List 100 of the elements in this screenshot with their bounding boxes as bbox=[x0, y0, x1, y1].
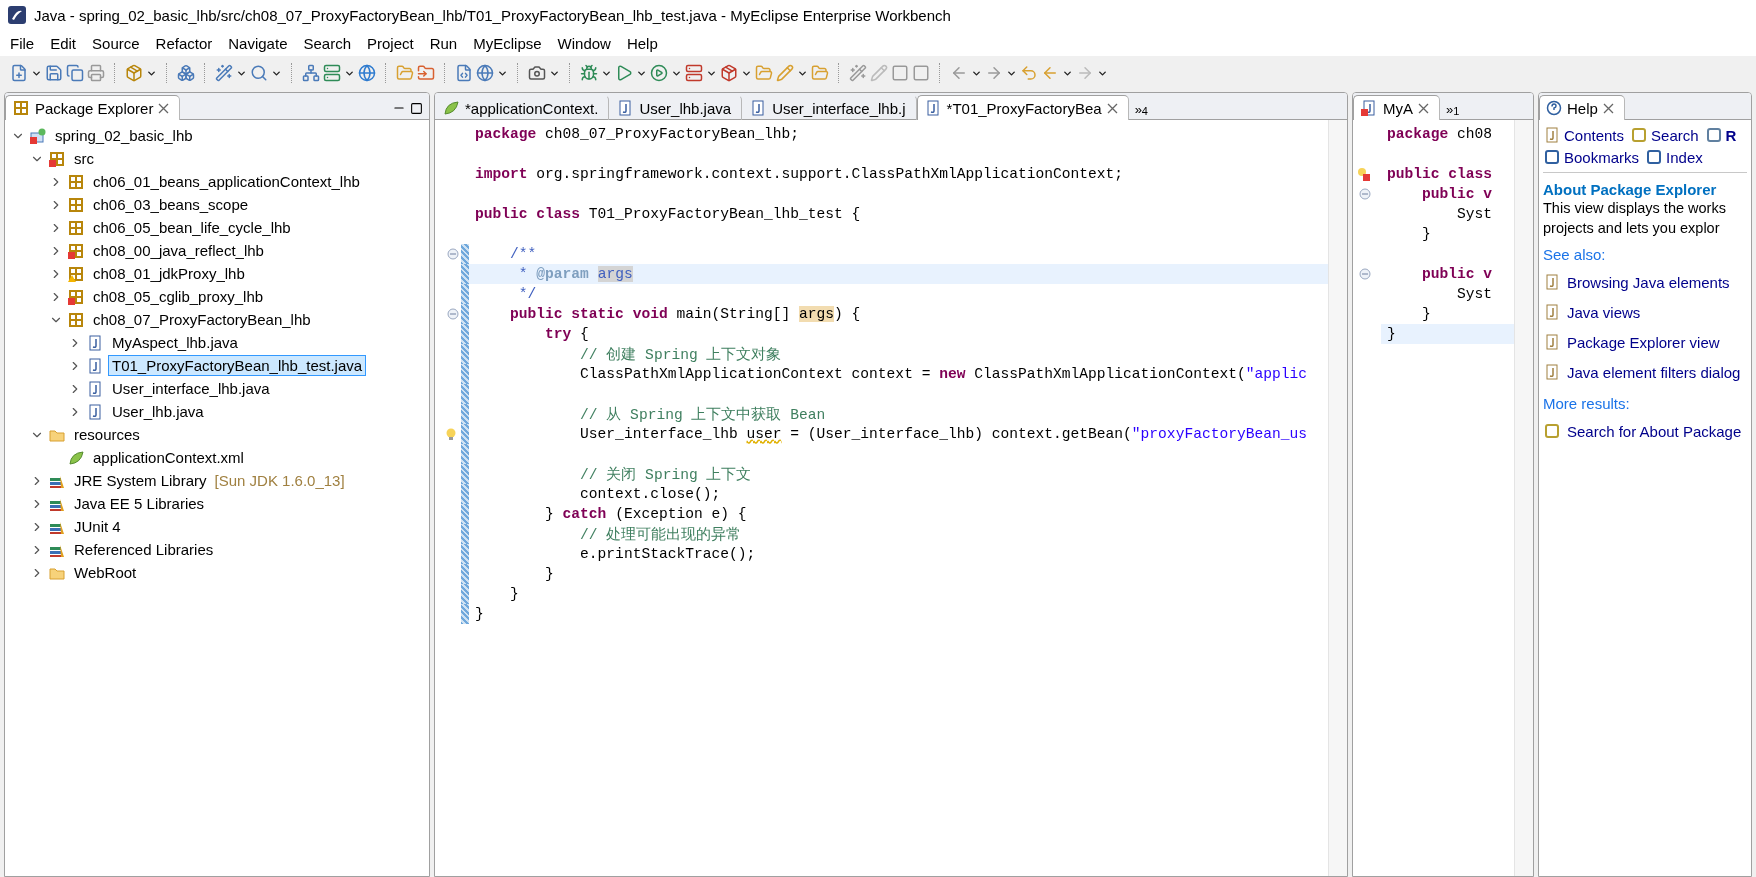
network-icon[interactable] bbox=[302, 64, 320, 82]
tree-item[interactable]: resources bbox=[70, 424, 144, 445]
close-icon[interactable] bbox=[1106, 102, 1118, 114]
tree-item[interactable]: WebRoot bbox=[70, 562, 141, 583]
close-icon[interactable] bbox=[158, 102, 170, 114]
tree-item[interactable]: ch06_05_bean_life_cycle_lhb bbox=[89, 217, 295, 238]
code-line: User_interface_lhb user = (User_interface_lhb) context.getBean("proxyFactoryBean_us bbox=[579, 425, 1308, 444]
tree-item-suffix: [Sun JDK 1.6.0_13] bbox=[214, 472, 345, 489]
camera-icon[interactable] bbox=[528, 64, 546, 82]
help-topic-link[interactable]: Browsing Java elements bbox=[1543, 267, 1747, 297]
editor-tab[interactable]: *applicationContext. bbox=[435, 95, 610, 120]
code-line: package ch08 bbox=[1386, 125, 1494, 144]
help-nav-link[interactable]: Bookmarks bbox=[1543, 148, 1640, 166]
run-config-icon[interactable] bbox=[650, 64, 668, 82]
more-tabs-button[interactable]: »1 bbox=[1440, 102, 1466, 119]
code-line: } bbox=[509, 585, 520, 604]
server-run-icon[interactable] bbox=[685, 64, 703, 82]
code-line: Syst bbox=[1456, 285, 1494, 304]
tree-item[interactable]: ch08_00_java_reflect_lhb bbox=[89, 240, 268, 261]
wand-icon[interactable] bbox=[215, 64, 233, 82]
menu-item[interactable]: Navigate bbox=[220, 32, 296, 54]
help-description: This view displays the works bbox=[1543, 199, 1727, 218]
code-line: context.close(); bbox=[579, 485, 722, 504]
help-search-link[interactable]: Search for About Package bbox=[1543, 416, 1747, 446]
menu-item[interactable]: Search bbox=[295, 32, 359, 54]
editor-tab[interactable]: User_lhb.java bbox=[609, 95, 743, 120]
help-topic-link[interactable]: Java element filters dialog bbox=[1543, 357, 1747, 387]
view-tab[interactable]: Package Explorer bbox=[5, 95, 181, 120]
editor-tab[interactable]: *T01_ProxyFactoryBea bbox=[916, 95, 1129, 120]
help-icon bbox=[1546, 100, 1562, 116]
box-icon[interactable] bbox=[720, 64, 738, 82]
code-line: /** bbox=[509, 245, 538, 264]
folder-import-icon[interactable] bbox=[417, 64, 435, 82]
tree-item[interactable]: ch06_01_beans_applicationContext_lhb bbox=[89, 171, 364, 192]
tree-item[interactable]: applicationContext.xml bbox=[89, 447, 248, 468]
app-logo-icon bbox=[8, 6, 26, 24]
close-icon[interactable] bbox=[1418, 102, 1429, 114]
menu-item[interactable]: Refactor bbox=[147, 32, 221, 54]
help-topic-link[interactable]: Java views bbox=[1543, 297, 1747, 327]
debug-icon[interactable] bbox=[580, 64, 598, 82]
help-nav-link[interactable]: Search bbox=[1630, 126, 1699, 144]
menu-item[interactable]: Help bbox=[618, 32, 666, 54]
new-file-icon[interactable] bbox=[10, 64, 28, 82]
code-line: public v bbox=[1421, 265, 1494, 284]
tab-label: Package Explorer bbox=[35, 99, 154, 117]
deploy-icon[interactable] bbox=[323, 64, 341, 82]
editor-tab[interactable]: MyA bbox=[1353, 95, 1440, 120]
code-line: } bbox=[474, 605, 485, 624]
help-nav-link[interactable]: Contents bbox=[1543, 126, 1625, 144]
code-line: // 创建 Spring 上下文对象 bbox=[579, 345, 783, 364]
menu-item[interactable]: Edit bbox=[42, 32, 85, 54]
tree-item[interactable]: User_lhb.java bbox=[108, 401, 208, 422]
tree-item[interactable]: T01_ProxyFactoryBean_lhb_test.java bbox=[108, 355, 367, 376]
globe-icon[interactable] bbox=[358, 64, 376, 82]
error-bulb-icon[interactable] bbox=[1357, 167, 1371, 181]
code-line: // 关闭 Spring 上下文 bbox=[579, 465, 753, 484]
web-icon[interactable] bbox=[476, 64, 494, 82]
more-tabs-button[interactable]: »4 bbox=[1128, 102, 1154, 119]
tree-item[interactable]: src bbox=[70, 148, 98, 169]
more-results-label: More results: bbox=[1543, 395, 1631, 412]
maximize-icon[interactable] bbox=[410, 101, 423, 115]
close-icon[interactable] bbox=[1602, 102, 1614, 114]
run-icon[interactable] bbox=[615, 64, 633, 82]
tree-item[interactable]: User_interface_lhb.java bbox=[108, 378, 274, 399]
code-line: } bbox=[544, 565, 555, 584]
tree-item[interactable]: ch08_01_jdkProxy_lhb bbox=[89, 263, 249, 284]
menu-item[interactable]: Source bbox=[84, 32, 148, 54]
menu-item[interactable]: Run bbox=[421, 32, 466, 54]
code-line: try { bbox=[544, 325, 590, 344]
help-nav-link[interactable]: R bbox=[1704, 126, 1737, 144]
code-line: } catch (Exception e) { bbox=[544, 505, 748, 524]
help-heading: About Package Explorer bbox=[1543, 181, 1718, 198]
menu-item[interactable]: File bbox=[2, 32, 43, 54]
tree-item[interactable]: spring_02_basic_lhb bbox=[51, 125, 197, 146]
view-tab[interactable]: Help bbox=[1539, 95, 1625, 120]
code-line: public v bbox=[1421, 185, 1494, 204]
code-line: import org.springframework.context.support.ClassPathXmlApplicationContext; bbox=[474, 165, 1125, 184]
tree-item[interactable]: Java EE 5 Libraries bbox=[70, 493, 209, 514]
tree-item[interactable]: MyAspect_lhb.java bbox=[108, 332, 242, 353]
code-line: } bbox=[1421, 305, 1432, 324]
menu-item[interactable]: MyEclipse bbox=[465, 32, 550, 54]
code-line: // 从 Spring 上下文中获取 Bean bbox=[579, 405, 827, 424]
help-topic-link[interactable]: Package Explorer view bbox=[1543, 327, 1747, 357]
code-line: } bbox=[1421, 225, 1432, 244]
code-line: Syst bbox=[1456, 205, 1494, 224]
menu-item[interactable]: Window bbox=[549, 32, 619, 54]
tree-item[interactable]: ch06_03_beans_scope bbox=[89, 194, 253, 215]
tree-item[interactable]: JRE System Library bbox=[70, 470, 211, 491]
save-icon[interactable] bbox=[45, 64, 63, 82]
report-icon[interactable] bbox=[455, 64, 473, 82]
editor-tab[interactable]: User_interface_lhb.j bbox=[742, 95, 917, 120]
window-title: Java - spring_02_basic_lhb/src/ch08_07_ProxyFactoryBean_lhb/T01_ProxyFactoryBean_lhb_test.java - MyEclipse Enterprise Workbench bbox=[34, 6, 951, 24]
save-all-icon[interactable] bbox=[66, 64, 84, 82]
tree-item[interactable]: ch08_05_cglib_proxy_lhb bbox=[89, 286, 268, 307]
help-nav-link[interactable]: Index bbox=[1645, 148, 1703, 166]
tree-item[interactable]: Referenced Libraries bbox=[70, 539, 218, 560]
package-icon bbox=[12, 99, 30, 117]
menu-item[interactable]: Project bbox=[359, 32, 422, 54]
tree-item[interactable]: ch08_07_ProxyFactoryBean_lhb bbox=[89, 309, 315, 330]
tree-item[interactable]: JUnit 4 bbox=[70, 516, 125, 537]
